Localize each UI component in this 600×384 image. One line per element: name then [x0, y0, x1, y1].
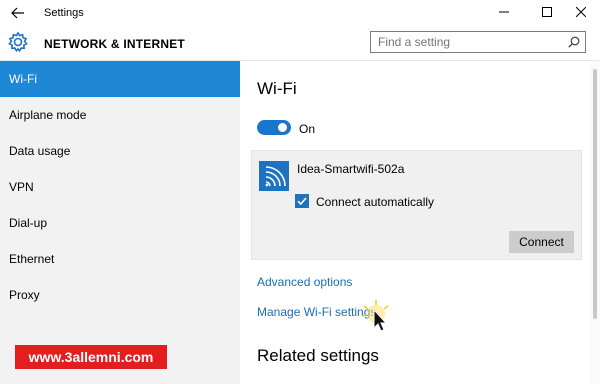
title-bar: Settings: [0, 0, 600, 26]
wifi-tile: [259, 161, 289, 191]
network-card[interactable]: Idea-Smartwifi-502a Connect automaticall…: [251, 150, 582, 260]
window-title: Settings: [44, 7, 84, 19]
close-button[interactable]: [564, 0, 598, 24]
connect-button[interactable]: Connect: [509, 231, 574, 253]
checkmark-icon: [297, 197, 307, 206]
scroll-thumb[interactable]: [593, 69, 597, 319]
settings-header: NETWORK & INTERNET: [0, 26, 600, 61]
scrollbar[interactable]: [590, 61, 600, 384]
minimize-icon: [499, 11, 509, 13]
back-button[interactable]: [7, 4, 29, 22]
sidebar-item-airplane-mode[interactable]: Airplane mode: [0, 97, 240, 133]
main-content: Wi-Fi On Idea-Smartwifi-502a Connect aut…: [251, 61, 587, 384]
wifi-toggle[interactable]: [257, 120, 291, 135]
watermark: www.3allemni.com: [15, 345, 167, 369]
search-input[interactable]: [371, 32, 564, 52]
mouse-cursor-icon: [361, 300, 389, 332]
sidebar-item-proxy[interactable]: Proxy: [0, 277, 240, 313]
advanced-options-link[interactable]: Advanced options: [257, 275, 352, 289]
close-icon: [576, 7, 586, 17]
sidebar-item-vpn[interactable]: VPN: [0, 169, 240, 205]
toggle-knob: [278, 123, 287, 132]
minimize-button[interactable]: [487, 0, 521, 24]
related-settings-heading: Related settings: [257, 346, 379, 365]
section-title: NETWORK & INTERNET: [44, 37, 185, 51]
sidebar-item-dial-up[interactable]: Dial-up: [0, 205, 240, 241]
sidebar-item-data-usage[interactable]: Data usage: [0, 133, 240, 169]
page-title: Wi-Fi: [257, 79, 297, 98]
sidebar-item-wifi[interactable]: Wi-Fi: [0, 61, 240, 97]
search-icon[interactable]: [568, 36, 580, 48]
auto-connect-checkbox[interactable]: [295, 194, 309, 208]
auto-connect-label[interactable]: Connect automatically: [316, 195, 434, 209]
back-arrow-icon: [11, 7, 24, 19]
toggle-state-label: On: [299, 122, 316, 136]
sidebar: Wi-Fi Airplane mode Data usage VPN Dial-…: [0, 61, 240, 384]
gear-icon: [8, 31, 28, 53]
network-name: Idea-Smartwifi-502a: [297, 162, 405, 176]
maximize-icon: [542, 7, 552, 17]
search-box[interactable]: [370, 31, 586, 53]
wifi-signal-icon: [265, 166, 286, 187]
maximize-button[interactable]: [530, 0, 564, 24]
manage-wifi-settings-link[interactable]: Manage Wi-Fi settings: [257, 305, 376, 319]
sidebar-item-ethernet[interactable]: Ethernet: [0, 241, 240, 277]
